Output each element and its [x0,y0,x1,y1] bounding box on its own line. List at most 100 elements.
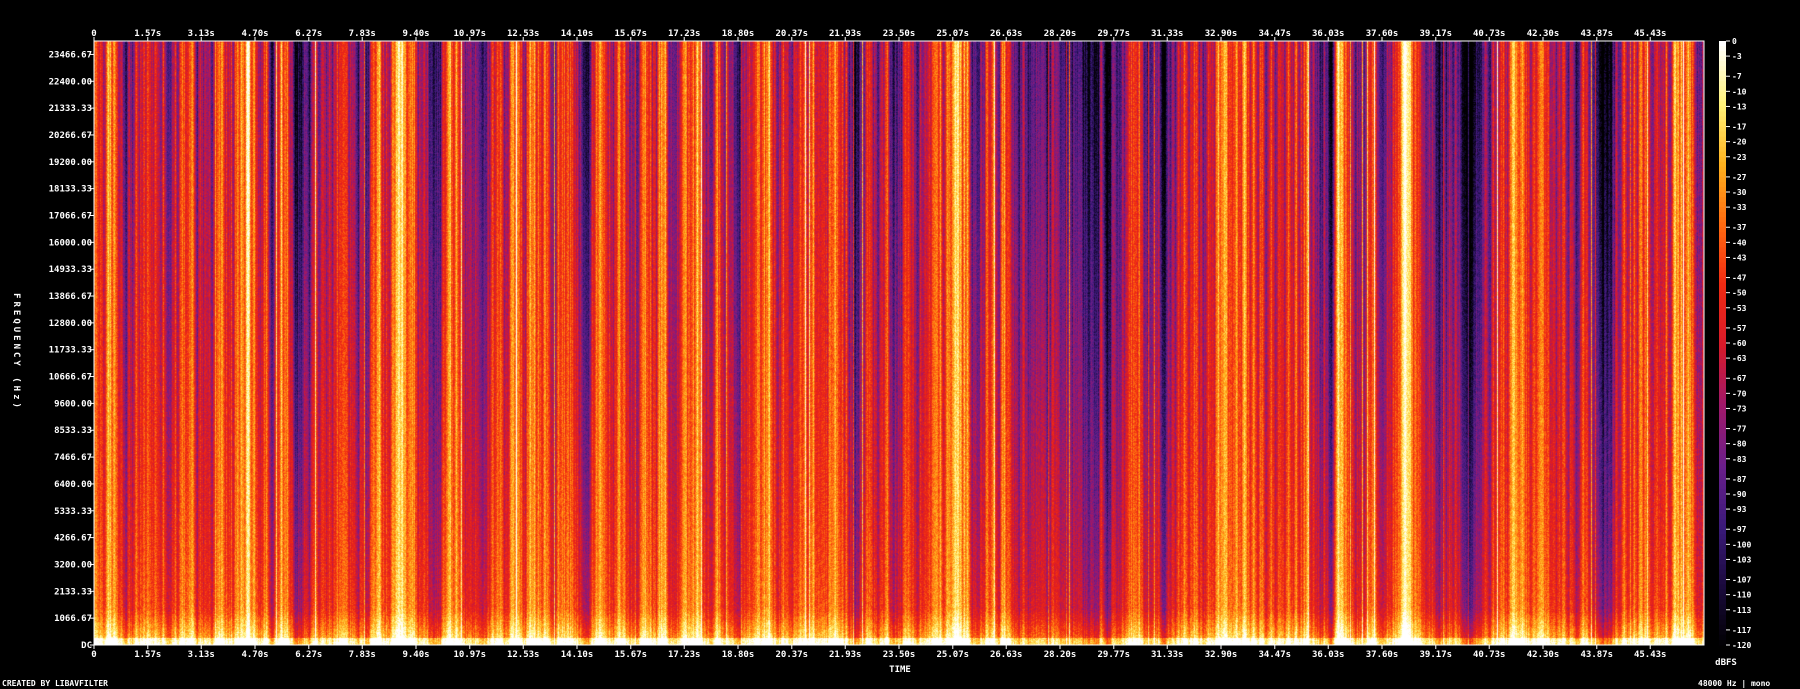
x-bottom-tick-label: 17.23s [668,650,701,660]
x-top-tick-label: 36.03s [1312,29,1345,39]
y-tick-label: 22400.00 [49,77,92,87]
colorbar-tick-label: -60 [1732,339,1747,348]
colorbar-segment [1719,428,1726,435]
colorbar-segment [1719,262,1726,269]
x-bottom-tick-label: 43.87s [1581,650,1614,660]
y-tick-label: 5333.33 [54,507,92,517]
colorbar-segment [1719,76,1726,82]
y-tick-label: 4266.67 [54,534,92,544]
colorbar-segment [1719,91,1726,97]
colorbar-segment [1719,141,1726,148]
colorbar-segment [1719,337,1726,344]
x-top-tick-label: 17.23s [668,29,701,39]
colorbar-segment [1719,383,1726,389]
colorbar-segment [1719,453,1726,460]
x-top-tick-label: 21.93s [829,29,862,39]
y-tick-label: 14933.33 [49,265,92,275]
colorbar-segment [1719,317,1726,324]
y-tick-label: DC [81,641,92,651]
colorbar-segment [1719,212,1726,218]
x-bottom-tick-label: 20.37s [776,650,809,660]
colorbar-tick-label: -117 [1732,626,1751,635]
y-tick-label: 9600.00 [54,399,92,409]
x-top-tick-label: 14.10s [561,29,594,39]
colorbar-segment [1719,267,1726,274]
colorbar-segment [1719,463,1726,470]
colorbar-tick-label: -97 [1732,525,1747,534]
colorbar-segment [1719,41,1726,47]
colorbar-segment [1719,619,1726,626]
colorbar-segment [1719,126,1726,133]
y-axis: DC 1066.67 2133.33 3200.00 4266.67 5333.33 640… [49,50,94,651]
y-tick-label: 20266.67 [49,131,92,141]
y-tick-label: 8533.33 [54,426,92,436]
colorbar-segment [1719,468,1726,475]
colorbar-segment [1719,443,1726,450]
colorbar-tick-label: -80 [1732,440,1747,449]
x-top-tick-label: 3.13s [188,29,215,39]
x-bottom-tick-label: 40.73s [1473,650,1506,660]
y-tick-label: 18133.33 [49,185,92,195]
colorbar-tick-label: -120 [1732,641,1751,650]
colorbar-segment [1719,494,1726,500]
colorbar-tick-label: -30 [1732,188,1747,197]
colorbar-tick-label: -87 [1732,475,1747,484]
x-bottom-tick-label: 7.83s [349,650,376,660]
x-bottom-tick-label: 21.93s [829,650,862,660]
x-bottom-tick-label: 18.80s [722,650,755,660]
footer-sample-rate: 48000 Hz | mono [1698,679,1770,688]
y-tick-label: 12800.00 [49,319,92,329]
colorbar-tick-label: -113 [1732,606,1751,615]
x-bottom-tick-label: 31.33s [1151,650,1184,660]
colorbar-segment [1719,106,1726,113]
x-top-tick-label: 28.20s [1044,29,1077,39]
colorbar-segment [1719,413,1726,420]
colorbar-segment [1719,257,1726,264]
colorbar-segment [1719,81,1726,87]
colorbar-segment [1719,634,1726,641]
colorbar-segment [1719,594,1726,601]
x-top-tick-label: 10.97s [454,29,487,39]
x-top-tick-label: 42.30s [1527,29,1560,39]
x-bottom-tick-label: 10.97s [454,650,487,660]
y-tick-label: 21333.33 [49,104,92,114]
x-bottom-tick-label: 36.03s [1312,650,1345,660]
x-bottom-tick-label: 34.47s [1259,650,1292,660]
colorbar-segment [1719,478,1726,485]
y-tick-label: 3200.00 [54,560,92,570]
x-bottom-tick-label: 39.17s [1420,650,1453,660]
colorbar-segment [1719,51,1726,57]
colorbar-segment [1719,639,1726,646]
colorbar-tick-label: -20 [1732,138,1747,147]
x-top-tick-label: 1.57s [134,29,161,39]
colorbar-segment [1719,398,1726,404]
x-bottom-tick-label: 3.13s [188,650,215,660]
y-tick-label: 11733.33 [49,346,92,356]
colorbar-tick-label: -110 [1732,591,1751,600]
y-tick-label: 16000.00 [49,238,92,248]
colorbar-segment [1719,458,1726,465]
colorbar-segment [1719,131,1726,138]
y-tick-label: 23466.67 [49,50,92,60]
x-top-tick-label: 32.90s [1205,29,1238,39]
x-bottom-tick-label: 9.40s [402,650,429,660]
x-top-tick-label: 39.17s [1420,29,1453,39]
colorbar-segment [1719,408,1726,415]
x-top-tick-label: 29.77s [1098,29,1131,39]
colorbar-segment [1719,499,1726,505]
colorbar-tick-label: 0 [1732,37,1737,46]
colorbar-segment [1719,353,1726,359]
colorbar-segment [1719,483,1726,490]
colorbar-segment [1719,161,1726,168]
colorbar-segment [1719,554,1726,561]
colorbar-segment [1719,438,1726,445]
colorbar-segment [1719,418,1726,425]
colorbar-tick-label: -3 [1732,52,1742,61]
colorbar-segment [1719,599,1726,606]
x-bottom-tick-label: 32.90s [1205,650,1238,660]
colorbar [1719,41,1726,646]
colorbar-segment [1719,544,1726,550]
colorbar-segment [1719,332,1726,339]
colorbar-segment [1719,227,1726,233]
colorbar-segment [1719,252,1726,259]
